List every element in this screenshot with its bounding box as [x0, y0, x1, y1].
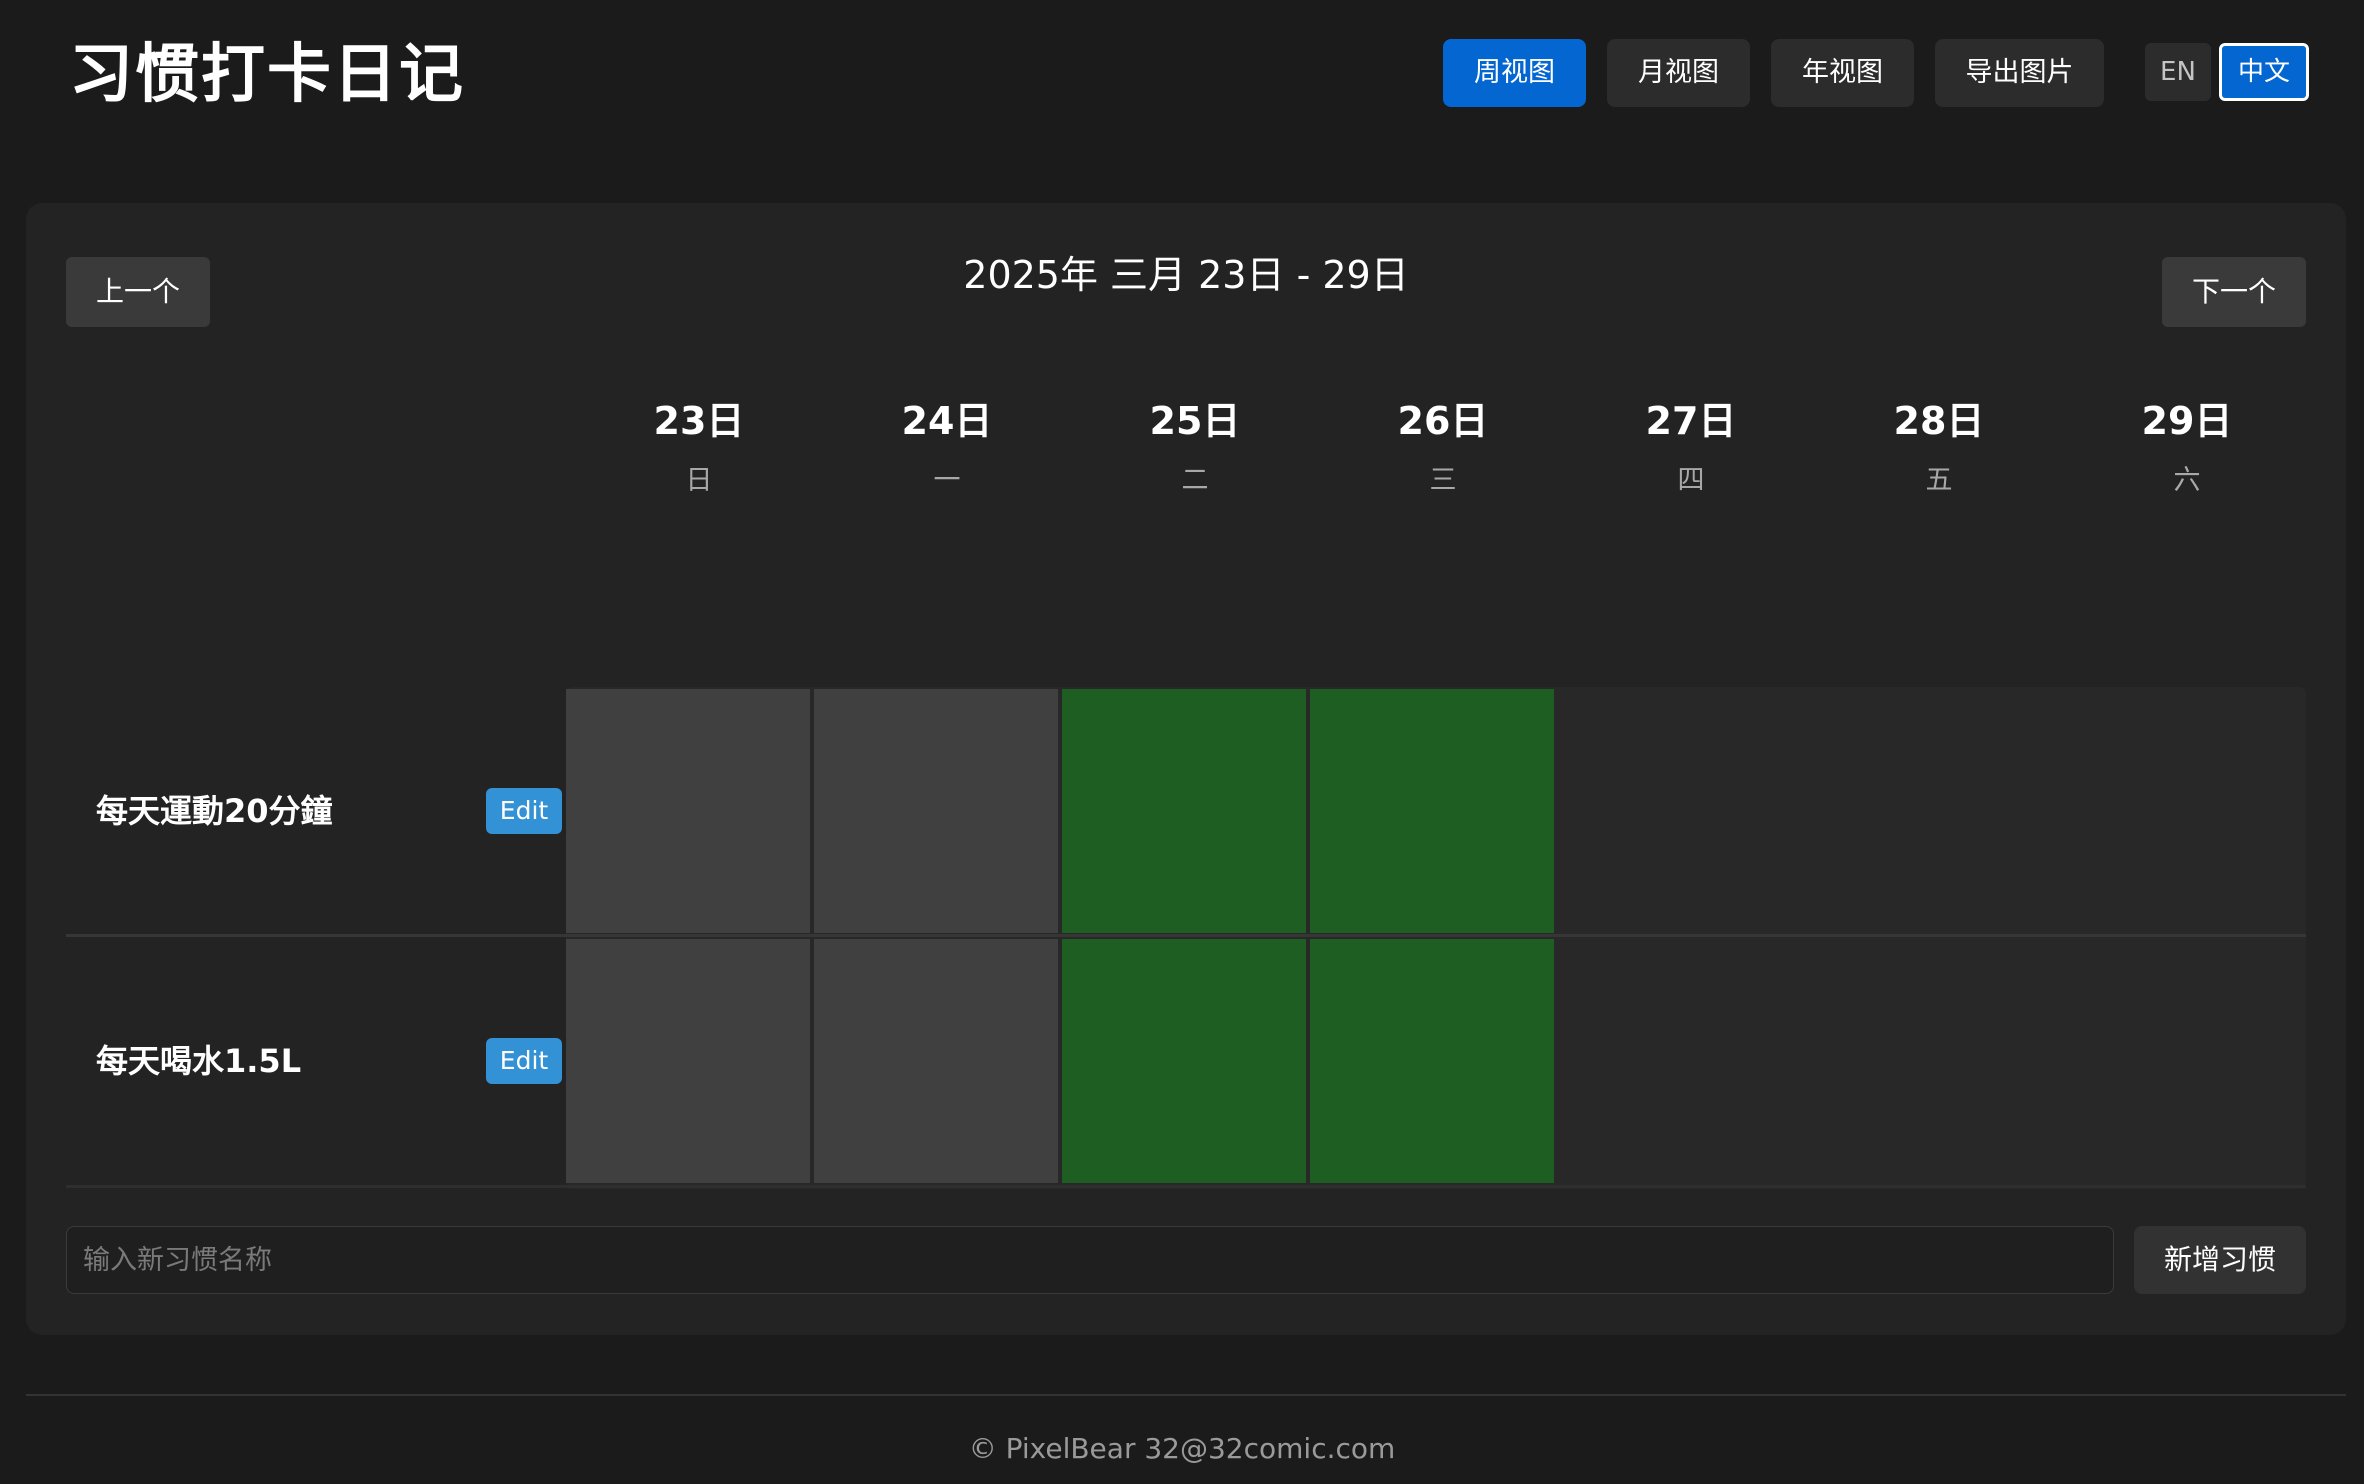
- habit-day-cell[interactable]: [566, 689, 810, 933]
- habit-day-cell[interactable]: [566, 939, 810, 1183]
- day-header: 28日 五: [1815, 393, 2063, 501]
- day-number: 29日: [2141, 399, 2233, 443]
- day-number: 24日: [901, 399, 993, 443]
- day-weekday: 四: [1677, 465, 1705, 496]
- footer-divider: [26, 1394, 2346, 1396]
- habit-day-cell[interactable]: [814, 689, 1058, 933]
- day-header: 27日 四: [1567, 393, 1815, 501]
- habit-day-cell[interactable]: [1062, 939, 1306, 1183]
- day-number: 26日: [1397, 399, 1489, 443]
- date-range-title: 2025年 三月 23日 - 29日: [963, 253, 1409, 297]
- habit-day-cell[interactable]: [1062, 689, 1306, 933]
- edit-habit-button[interactable]: Edit: [486, 1038, 562, 1084]
- day-header: 26日 三: [1319, 393, 1567, 501]
- day-header: 29日 六: [2063, 393, 2311, 501]
- day-weekday: 二: [1181, 465, 1209, 496]
- language-zh-button[interactable]: 中文: [2219, 43, 2309, 101]
- day-weekday: 六: [2173, 465, 2201, 496]
- habit-name: 每天運動20分鐘: [96, 792, 333, 830]
- day-number: 27日: [1645, 399, 1737, 443]
- day-number: 25日: [1149, 399, 1241, 443]
- day-weekday: 一: [933, 465, 961, 496]
- add-habit-button[interactable]: 新增习惯: [2134, 1226, 2306, 1294]
- day-header: 23日 日: [575, 393, 823, 501]
- week-view-button[interactable]: 周视图: [1443, 39, 1586, 107]
- edit-habit-button[interactable]: Edit: [486, 788, 562, 834]
- habit-day-cell[interactable]: [1806, 939, 2050, 1183]
- month-view-button[interactable]: 月视图: [1607, 39, 1750, 107]
- language-en-button[interactable]: EN: [2145, 43, 2211, 101]
- footer-copyright: © PixelBear 32@32comic.com: [968, 1432, 1396, 1465]
- habit-day-cell[interactable]: [2054, 939, 2298, 1183]
- app-header: 习惯打卡日记 周视图 月视图 年视图 导出图片 EN 中文: [0, 0, 2364, 150]
- habit-day-cell[interactable]: [1310, 939, 1554, 1183]
- habit-day-cell[interactable]: [1558, 689, 1802, 933]
- new-habit-input[interactable]: [66, 1226, 2114, 1294]
- export-image-button[interactable]: 导出图片: [1935, 39, 2104, 107]
- day-header: 25日 二: [1071, 393, 1319, 501]
- habit-day-cell[interactable]: [814, 939, 1058, 1183]
- habit-day-cell[interactable]: [1310, 689, 1554, 933]
- day-weekday: 三: [1429, 465, 1457, 496]
- row-divider: [66, 1185, 2306, 1188]
- habit-day-cell[interactable]: [2054, 689, 2298, 933]
- habit-name: 每天喝水1.5L: [96, 1042, 302, 1080]
- day-number: 28日: [1893, 399, 1985, 443]
- day-weekday: 五: [1925, 465, 1953, 496]
- day-header: 24日 一: [823, 393, 1071, 501]
- year-view-button[interactable]: 年视图: [1771, 39, 1914, 107]
- week-view-card: 上一个 2025年 三月 23日 - 29日 下一个 23日 日 24日 一 2…: [26, 203, 2346, 1335]
- next-week-button[interactable]: 下一个: [2162, 257, 2306, 327]
- day-number: 23日: [653, 399, 745, 443]
- habit-day-cell[interactable]: [1558, 939, 1802, 1183]
- app-title: 习惯打卡日记: [69, 38, 465, 112]
- day-weekday: 日: [685, 465, 713, 496]
- habit-day-cell[interactable]: [1806, 689, 2050, 933]
